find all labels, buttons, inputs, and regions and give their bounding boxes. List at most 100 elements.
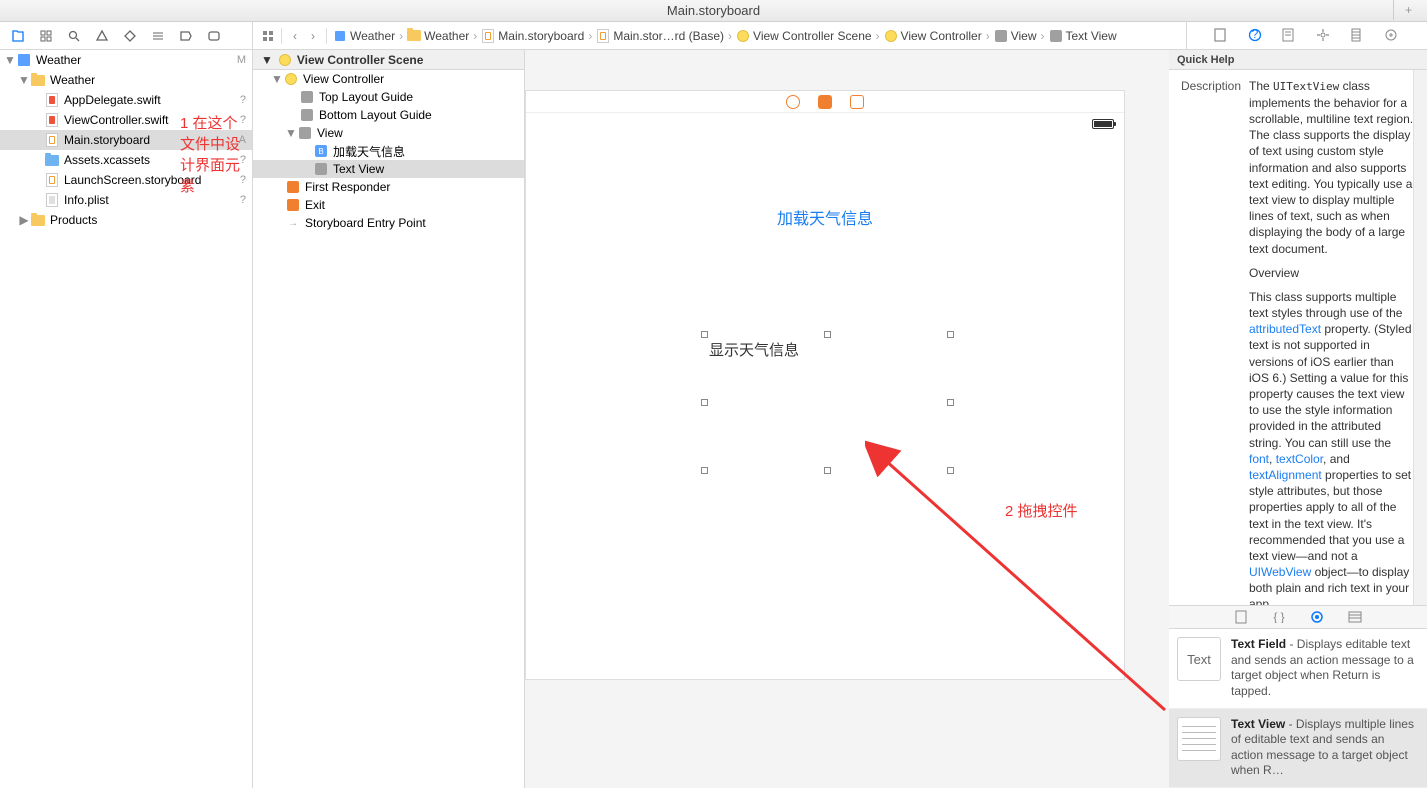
file-template-library-icon[interactable] [1232,608,1250,626]
crumb-project[interactable]: Weather [331,29,397,43]
vc-dock-icon[interactable] [786,95,800,109]
disclosure-icon[interactable]: ▼ [18,73,30,87]
find-navigator-icon[interactable] [66,28,82,44]
products-group-row[interactable]: ▶ Products [0,210,252,230]
file-row[interactable]: Assets.xcassets? [0,150,252,170]
forward-button[interactable]: › [304,27,322,45]
size-inspector-icon[interactable] [1350,28,1366,44]
project-navigator: ▼ Weather M ▼ Weather AppDelegate.swift?… [0,50,253,788]
crumb-scene[interactable]: View Controller Scene [734,29,874,43]
add-tab-button[interactable]: + [1393,0,1423,20]
debug-navigator-icon[interactable] [150,28,166,44]
outline-top-guide[interactable]: Top Layout Guide [253,88,524,106]
resize-handle-w[interactable] [701,399,708,406]
connections-inspector-icon[interactable] [1384,28,1400,44]
outline-entry-point[interactable]: → Storyboard Entry Point [253,214,524,232]
file-row[interactable]: AppDelegate.swift? [0,90,252,110]
quick-help-header: Quick Help [1169,50,1427,70]
disclosure-icon[interactable]: ▼ [4,53,16,67]
resize-handle-n[interactable] [824,331,831,338]
textview-content[interactable]: 显示天气信息 [705,335,950,470]
outline-textview[interactable]: Text View [253,160,524,178]
main-area: ▼ Weather M ▼ Weather AppDelegate.swift?… [0,50,1427,788]
crumb-file[interactable]: Main.storyboard [479,29,586,43]
quick-help-body: Description The UITextView class impleme… [1169,70,1427,605]
disclosure-icon[interactable]: ▼ [271,72,283,86]
symbol-navigator-icon[interactable] [38,28,54,44]
resize-handle-nw[interactable] [701,331,708,338]
quick-help-inspector-icon[interactable]: ? [1248,28,1264,44]
crumb-base[interactable]: Main.stor…rd (Base) [594,29,726,43]
crumb-view[interactable]: View [992,29,1039,43]
file-inspector-icon[interactable] [1214,28,1230,44]
test-navigator-icon[interactable] [122,28,138,44]
group-row[interactable]: ▼ Weather [0,70,252,90]
identity-inspector-icon[interactable] [1282,28,1298,44]
crumb-vc[interactable]: View Controller [882,29,984,43]
code-snippet-library-icon[interactable]: { } [1270,608,1288,626]
view-icon [299,127,311,139]
separator [281,28,282,44]
status-bar [526,113,1124,135]
outline-first-responder[interactable]: First Responder [253,178,524,196]
related-items-icon[interactable] [259,27,277,45]
link-textcolor[interactable]: textColor [1276,452,1323,466]
resize-handle-se[interactable] [947,467,954,474]
library-item-textview[interactable]: Text View - Displays multiple lines of e… [1169,709,1427,788]
link-font[interactable]: font [1249,452,1269,466]
first-responder-dock-icon[interactable] [818,95,832,109]
object-library-list[interactable]: Text Text Field - Displays editable text… [1169,629,1427,788]
disclosure-icon[interactable]: ▶ [18,213,30,227]
project-row[interactable]: ▼ Weather M [0,50,252,70]
crumb-textview[interactable]: Text View [1047,29,1119,43]
folder-icon [30,72,46,88]
outline-vc[interactable]: ▼ View Controller [253,70,524,88]
resize-handle-e[interactable] [947,399,954,406]
file-row[interactable]: LaunchScreen.storyboard? [0,170,252,190]
file-icon [44,112,60,128]
guide-icon [301,91,313,103]
media-library-icon[interactable] [1346,608,1364,626]
svg-text:?: ? [1252,28,1259,41]
disclosure-icon[interactable]: ▼ [285,126,297,140]
resize-handle-ne[interactable] [947,331,954,338]
scrollbar[interactable] [1413,70,1427,605]
description-label: Description [1179,78,1249,605]
attributes-inspector-icon[interactable] [1316,28,1332,44]
svg-text:{ }: { } [1273,611,1284,623]
window-title: Main.storyboard [667,3,760,18]
exit-dock-icon[interactable] [850,95,864,109]
outline-exit[interactable]: Exit [253,196,524,214]
outline-scene-header[interactable]: ▼ View Controller Scene [253,50,524,70]
link-uiwebview[interactable]: UIWebView [1249,565,1311,579]
outline-bottom-guide[interactable]: Bottom Layout Guide [253,106,524,124]
breakpoint-navigator-icon[interactable] [178,28,194,44]
link-attributedtext[interactable]: attributedText [1249,322,1321,336]
outline-button[interactable]: B 加载天气信息 [253,142,524,160]
object-library-icon[interactable] [1308,608,1326,626]
file-row[interactable]: ViewController.swift? [0,110,252,130]
file-row[interactable]: Info.plist? [0,190,252,210]
link-textalignment[interactable]: textAlignment [1249,468,1322,482]
guide-icon [301,109,313,121]
load-weather-button[interactable]: 加载天气信息 [526,135,1124,249]
back-button[interactable]: ‹ [286,27,304,45]
file-icon [44,192,60,208]
textview-icon [315,163,327,175]
outline-view[interactable]: ▼ View [253,124,524,142]
resize-handle-sw[interactable] [701,467,708,474]
library-item-textfield[interactable]: Text Text Field - Displays editable text… [1169,629,1427,708]
project-navigator-icon[interactable] [10,28,26,44]
separator [326,28,327,44]
crumb-group[interactable]: Weather [405,29,471,43]
file-row[interactable]: Main.storyboardA [0,130,252,150]
button-icon: B [315,145,327,157]
utilities-panel: Quick Help Description The UITextView cl… [1169,50,1427,788]
issue-navigator-icon[interactable] [94,28,110,44]
disclosure-icon[interactable]: ▼ [261,53,273,67]
storyboard-canvas[interactable]: 加载天气信息 显示天气信息 2 拖拽控件 [525,50,1169,788]
report-navigator-icon[interactable] [206,28,222,44]
battery-icon [1092,119,1114,129]
textview-selection[interactable]: 显示天气信息 [705,335,950,470]
resize-handle-s[interactable] [824,467,831,474]
